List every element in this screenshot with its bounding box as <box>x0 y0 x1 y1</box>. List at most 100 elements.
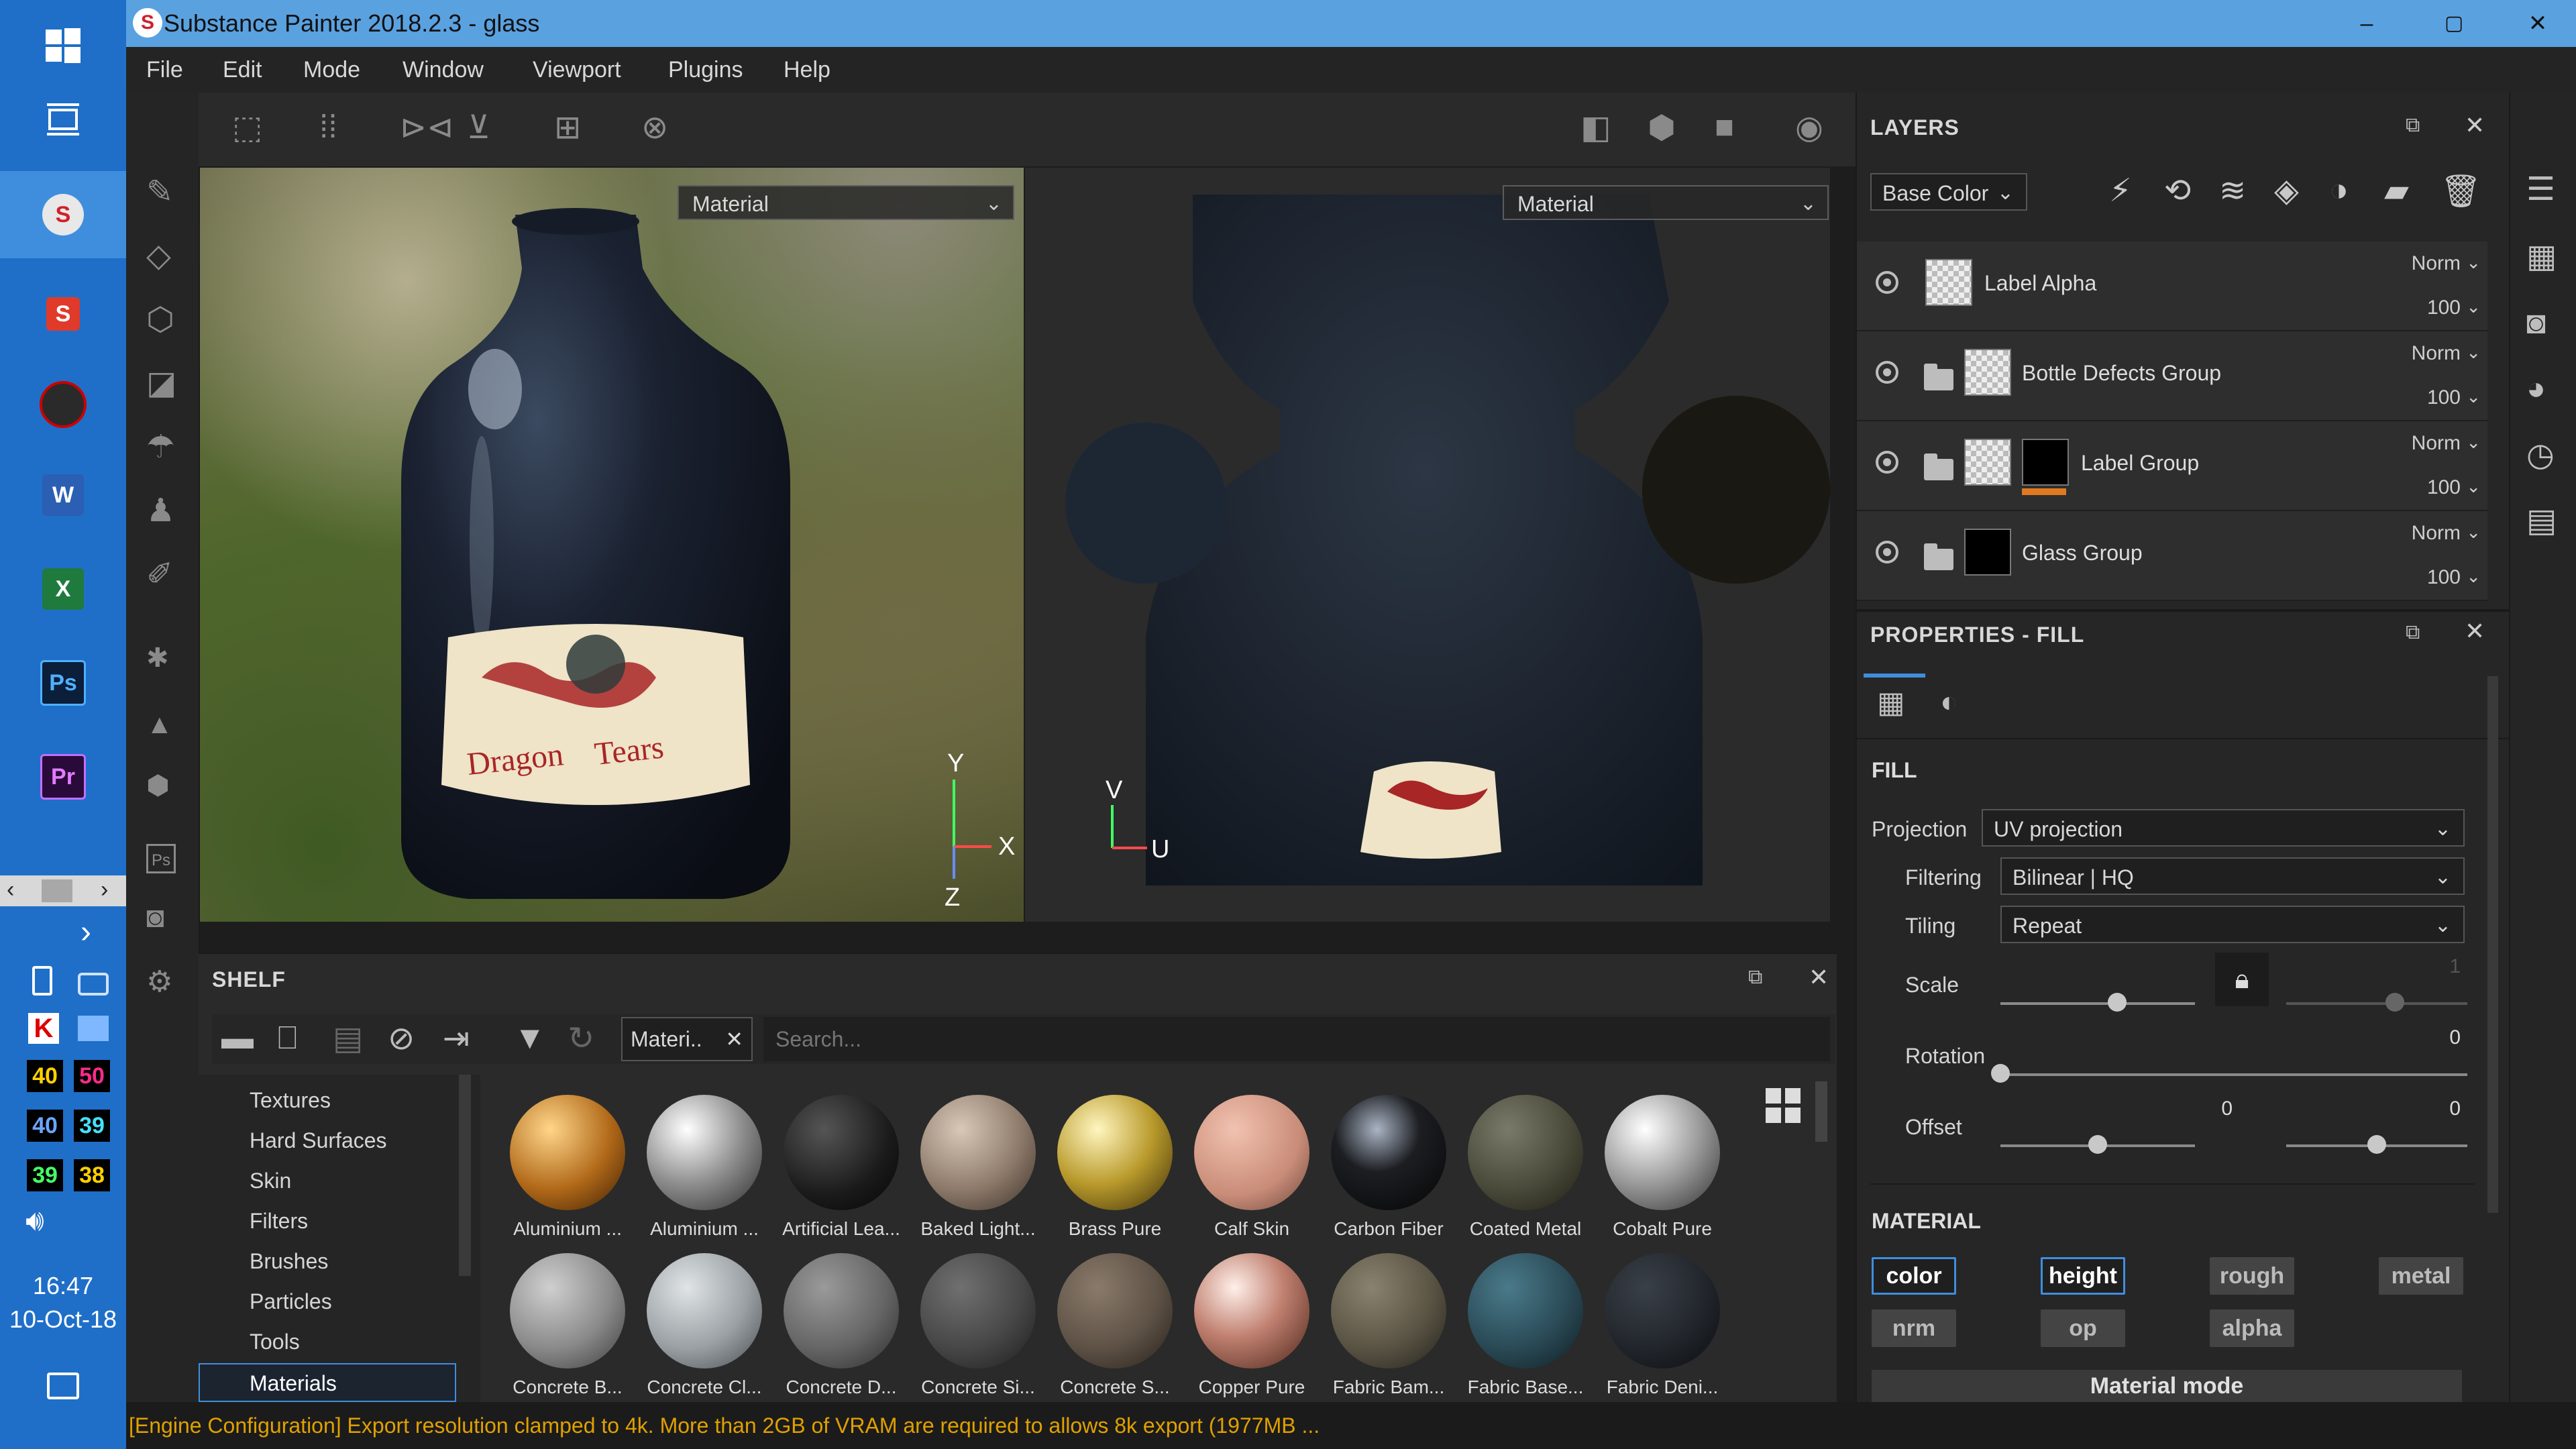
offset-v-value[interactable]: 0 <box>2394 1097 2461 1120</box>
layer-row[interactable]: Bottle Defects Group Norm 100 ⌄ ⌄ <box>1857 331 2487 421</box>
mask-thumbnail[interactable] <box>2022 439 2069 486</box>
material-calf-skin[interactable]: Calf Skin <box>1185 1095 1319 1240</box>
material-brass-pure[interactable]: Brass Pure <box>1048 1095 1182 1240</box>
category-scrollbar[interactable] <box>459 1075 471 1276</box>
properties-scrollbar[interactable] <box>2487 676 2498 1213</box>
visibility-toggle-icon[interactable] <box>1876 361 1898 384</box>
eraser-icon[interactable]: ◇ <box>146 237 171 274</box>
scroll-left-icon[interactable]: ‹ <box>7 877 14 903</box>
tray-badge-5[interactable]: 39 <box>27 1159 63 1191</box>
substance-bake-icon[interactable]: ✱ <box>146 643 169 674</box>
clock-date[interactable]: 10-Oct-18 <box>0 1305 126 1334</box>
magic-wand-icon[interactable]: ⚡ <box>2109 172 2132 209</box>
taskbar-word[interactable]: W <box>0 449 126 541</box>
close-icon[interactable]: ✕ <box>2465 111 2485 140</box>
import-icon[interactable]: ⇥ <box>443 1020 470 1057</box>
fill-settings-tab-icon[interactable]: ▦ <box>1877 686 1905 720</box>
mirror-y-icon[interactable]: ⊻ <box>467 109 490 146</box>
channel-height-toggle[interactable]: height <box>2041 1257 2125 1295</box>
channel-select[interactable]: Base Color ⌄ <box>1870 173 2027 211</box>
category-brushes[interactable]: Brushes <box>250 1249 328 1274</box>
add-layer-icon[interactable]: ≋ <box>2219 172 2246 209</box>
menu-mode[interactable]: Mode <box>303 47 360 93</box>
tray-badge-3[interactable]: 40 <box>27 1110 63 1142</box>
chevron-down-icon[interactable]: ⌄ <box>2466 566 2481 587</box>
viewport-3d[interactable]: Dragon Tears Y X Z Material ⌄ <box>200 168 1024 922</box>
layers-panel-icon[interactable]: ☰ <box>2526 170 2555 208</box>
material-scrollbar[interactable] <box>1815 1081 1827 1142</box>
category-textures[interactable]: Textures <box>250 1088 331 1113</box>
grid-view-icon[interactable] <box>1766 1088 1801 1123</box>
blend-mode[interactable]: Norm <box>2412 432 2461 455</box>
symmetry-icon[interactable]: ⬚ <box>232 109 262 146</box>
layer-row[interactable]: Glass Group Norm 100 ⌄ ⌄ <box>1857 511 2487 601</box>
hide-icon[interactable]: ⊘ <box>388 1020 415 1057</box>
material-fabric-base[interactable]: Fabric Base... <box>1458 1253 1593 1398</box>
channel-op-toggle[interactable]: op <box>2041 1309 2125 1347</box>
filter-icon[interactable]: ▼ <box>514 1020 546 1057</box>
channel-nrm-toggle[interactable]: nrm <box>1872 1309 1956 1347</box>
projection-select[interactable]: UV projection ⌄ <box>1982 809 2465 847</box>
camera-icon[interactable]: ■ <box>1715 109 1734 146</box>
projection-icon[interactable]: ⬡ <box>146 301 174 338</box>
filter-tag[interactable]: Materi.. ✕ <box>621 1017 753 1061</box>
menu-help[interactable]: Help <box>784 47 830 93</box>
chevron-down-icon[interactable]: ⌄ <box>2466 342 2481 363</box>
color-picker-icon[interactable]: ✐ <box>146 555 173 593</box>
iray-icon[interactable]: ▲ <box>146 710 173 740</box>
refresh-icon[interactable]: ↻ <box>568 1020 594 1057</box>
layer-row[interactable]: Label Group Norm 100 ⌄ ⌄ <box>1857 421 2487 511</box>
display-settings-icon[interactable]: ◙ <box>2526 305 2546 341</box>
layer-name[interactable]: Label Group <box>2081 451 2199 476</box>
layer-opacity[interactable]: 100 <box>2427 476 2461 499</box>
rotation-slider-track[interactable] <box>2000 1073 2467 1076</box>
history-icon[interactable]: ◷ <box>2526 436 2555 474</box>
channel-metal-toggle[interactable]: metal <box>2379 1257 2463 1295</box>
blend-mode[interactable]: Norm <box>2412 522 2461 545</box>
add-folder-icon[interactable]: ▰ <box>2384 172 2409 209</box>
mirror-x-icon[interactable]: ⊳⊲ <box>400 109 453 146</box>
category-materials-selected[interactable]: Materials <box>199 1363 456 1402</box>
layer-name[interactable]: Label Alpha <box>1984 271 2096 296</box>
shader-icon[interactable]: ◕ <box>2526 370 2546 407</box>
layer-opacity[interactable]: 100 <box>2427 297 2461 319</box>
split-view-icon[interactable]: ◧ <box>1580 109 1611 146</box>
layer-opacity[interactable]: 100 <box>2427 386 2461 409</box>
grid-icon[interactable]: ⁞⁞ <box>319 109 337 146</box>
menu-edit[interactable]: Edit <box>223 47 262 93</box>
layer-opacity[interactable]: 100 <box>2427 566 2461 589</box>
delete-layer-icon[interactable]: 🗑︎ <box>2440 172 2481 210</box>
folder-icon[interactable]: ▬ <box>221 1020 254 1057</box>
taskbar-davinci[interactable] <box>0 359 126 450</box>
chevron-down-icon[interactable]: ⌄ <box>2466 476 2481 497</box>
photoshop-export-icon[interactable]: Ps <box>146 844 176 873</box>
visibility-toggle-icon[interactable] <box>1876 451 1898 474</box>
polygon-fill-icon[interactable]: ◪ <box>146 364 176 402</box>
menu-window[interactable]: Window <box>402 47 484 93</box>
category-hard-surfaces[interactable]: Hard Surfaces <box>250 1128 387 1153</box>
material-concrete-s[interactable]: Concrete S... <box>1048 1253 1182 1398</box>
minimize-button[interactable]: – <box>2326 0 2407 47</box>
material-aluminium-2[interactable]: Aluminium ... <box>637 1095 771 1240</box>
menu-viewport[interactable]: Viewport <box>533 47 621 93</box>
visibility-toggle-icon[interactable] <box>1876 541 1898 564</box>
gear-icon[interactable]: ⚙ <box>146 965 172 999</box>
reset-icon[interactable]: ⊗ <box>641 109 668 146</box>
taskbar-photoshop[interactable]: Ps <box>0 637 126 729</box>
action-center-icon[interactable] <box>47 1373 79 1399</box>
display-3d-icon[interactable]: ⬢ <box>1648 109 1676 146</box>
viewport-2d-mode-select[interactable]: Material ⌄ <box>1503 185 1829 220</box>
taskbar-substance-app[interactable]: S <box>0 268 126 360</box>
taskbar-substance-painter[interactable]: S <box>0 171 126 258</box>
substance-share-icon[interactable]: ⬢ <box>146 770 170 801</box>
scale-slider-knob[interactable] <box>2108 993 2127 1012</box>
channel-color-toggle[interactable]: color <box>1872 1257 1956 1295</box>
clock-time[interactable]: 16:47 <box>0 1272 126 1300</box>
material-coated-metal[interactable]: Coated Metal <box>1458 1095 1593 1240</box>
tray-badge-4[interactable]: 39 <box>74 1110 110 1142</box>
category-filters[interactable]: Filters <box>250 1209 308 1234</box>
taskbar-excel[interactable]: X <box>0 543 126 635</box>
material-concrete-d[interactable]: Concrete D... <box>774 1253 908 1398</box>
tray-badge-1[interactable]: 40 <box>27 1060 63 1092</box>
material-concrete-cl[interactable]: Concrete Cl... <box>637 1253 771 1398</box>
